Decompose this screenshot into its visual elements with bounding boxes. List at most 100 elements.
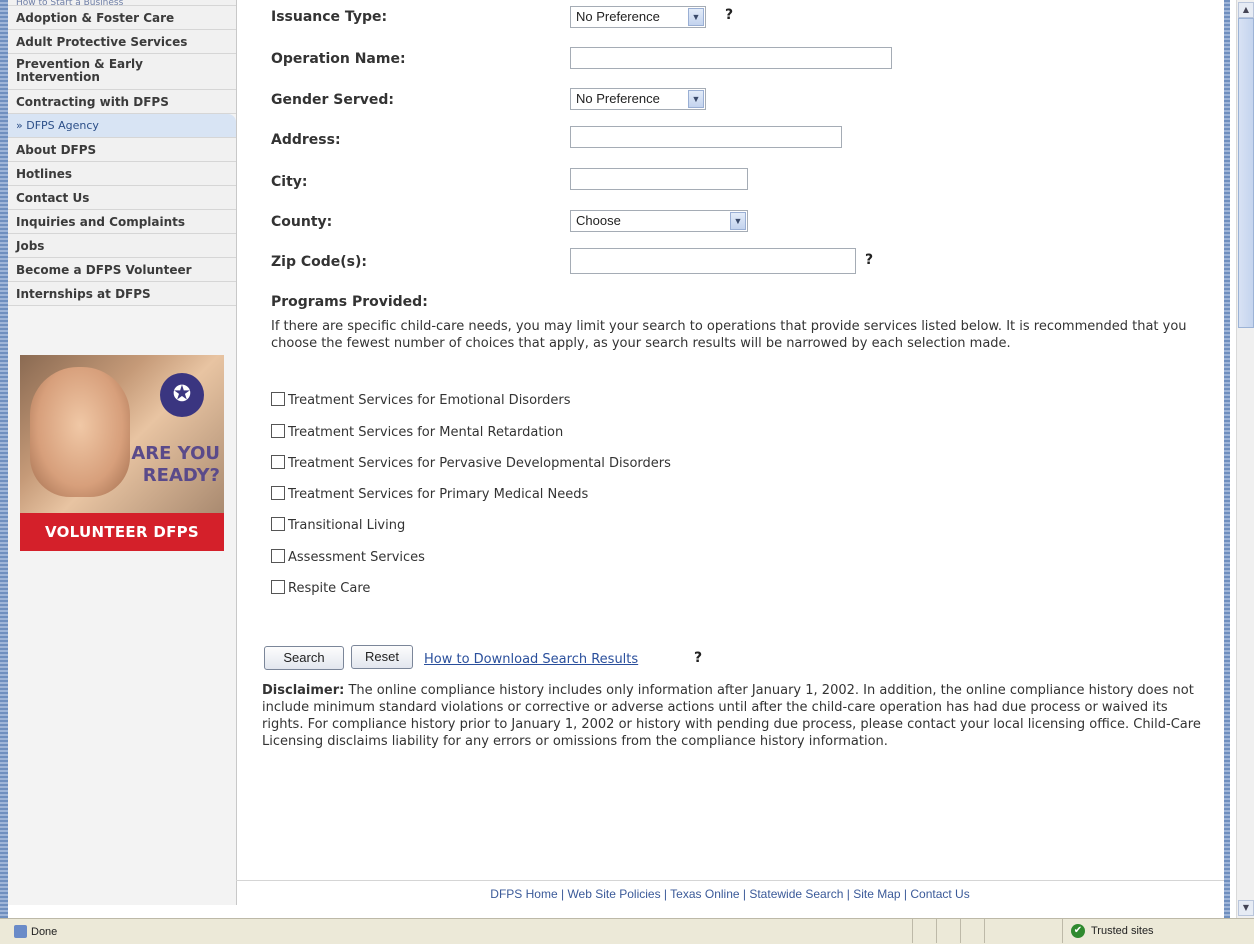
footer-link-statewide-search[interactable]: Statewide Search xyxy=(749,887,843,901)
program-option[interactable]: Treatment Services for Mental Retardatio… xyxy=(271,424,563,444)
person-face-image xyxy=(30,367,130,497)
footer-link-site-map[interactable]: Site Map xyxy=(853,887,900,901)
issuance-type-value: No Preference xyxy=(576,9,660,24)
status-pane xyxy=(984,919,985,943)
program-option-label: Treatment Services for Mental Retardatio… xyxy=(288,425,564,440)
status-bar: Done ✔ Trusted sites xyxy=(0,918,1254,944)
operation-name-label: Operation Name: xyxy=(271,51,406,67)
reset-button[interactable]: Reset xyxy=(351,645,413,669)
disclaimer-text: The online compliance history includes o… xyxy=(262,683,1201,749)
program-option[interactable]: Transitional Living xyxy=(271,517,405,537)
operation-name-row: Operation Name: xyxy=(262,45,1202,75)
sidebar-item-contracting[interactable]: Contracting with DFPS xyxy=(8,90,236,114)
scroll-thumb[interactable] xyxy=(1238,18,1254,328)
sidebar-item-volunteer[interactable]: Become a DFPS Volunteer xyxy=(8,258,236,282)
chevron-down-icon: ▼ xyxy=(688,8,704,26)
footer-link-contact[interactable]: Contact Us xyxy=(910,887,969,901)
search-button[interactable]: Search xyxy=(264,646,344,670)
checkbox[interactable] xyxy=(271,455,285,469)
sidebar-item-prevention[interactable]: Prevention & Early Intervention xyxy=(8,54,236,90)
footer-links: DFPS Home | Web Site Policies | Texas On… xyxy=(236,880,1224,907)
sidebar-item-dfps-agency[interactable]: » DFPS Agency xyxy=(8,114,236,138)
status-text: Done xyxy=(31,926,58,938)
window-frame-left xyxy=(0,0,8,918)
scroll-down-icon[interactable]: ▼ xyxy=(1238,900,1254,916)
gender-served-label: Gender Served: xyxy=(271,92,394,108)
county-label: County: xyxy=(271,214,333,230)
footer-link-policies[interactable]: Web Site Policies xyxy=(567,887,660,901)
zone-label: Trusted sites xyxy=(1091,925,1154,937)
zip-row: Zip Code(s): ? xyxy=(262,248,1202,278)
zip-input[interactable] xyxy=(570,248,856,274)
program-option-label: Respite Care xyxy=(288,581,371,596)
county-row: County: Choose ▼ xyxy=(262,208,1202,238)
city-label: City: xyxy=(271,174,308,190)
status-pane xyxy=(936,919,937,943)
program-option[interactable]: Assessment Services xyxy=(271,549,425,569)
sidebar-item-internships[interactable]: Internships at DFPS xyxy=(8,282,236,306)
scroll-up-icon[interactable]: ▲ xyxy=(1238,2,1254,18)
promo-tagline: ARE YOU READY? xyxy=(131,443,220,486)
operation-name-input[interactable] xyxy=(570,47,892,69)
checkbox[interactable] xyxy=(271,549,285,563)
program-option[interactable]: Treatment Services for Pervasive Develop… xyxy=(271,455,671,475)
status-pane xyxy=(960,919,961,943)
volunteer-promo-banner[interactable]: ✪ ARE YOU READY? VOLUNTEER DFPS xyxy=(20,355,224,551)
county-value: Choose xyxy=(576,213,621,228)
issuance-type-row: Issuance Type: No Preference ▼ ? xyxy=(262,3,1202,33)
status-done: Done xyxy=(14,925,57,938)
page-icon xyxy=(14,925,27,938)
sidebar-item-aps[interactable]: Adult Protective Services xyxy=(8,30,236,54)
window-frame-right xyxy=(1224,0,1230,918)
zip-label: Zip Code(s): xyxy=(271,254,367,270)
programs-intro: If there are specific child-care needs, … xyxy=(271,319,1187,351)
checkbox[interactable] xyxy=(271,424,285,438)
checkbox[interactable] xyxy=(271,486,285,500)
promo-banner-text: VOLUNTEER DFPS xyxy=(20,513,224,551)
security-zone[interactable]: ✔ Trusted sites xyxy=(1062,919,1238,943)
footer-link-texas-online[interactable]: Texas Online xyxy=(670,887,739,901)
program-option[interactable]: Respite Care xyxy=(271,580,370,600)
download-results-link[interactable]: How to Download Search Results xyxy=(424,652,638,667)
gender-served-value: No Preference xyxy=(576,91,660,106)
sidebar-item-contact[interactable]: Contact Us xyxy=(8,186,236,210)
sidebar-item-jobs[interactable]: Jobs xyxy=(8,234,236,258)
checkbox[interactable] xyxy=(271,517,285,531)
check-icon: ✔ xyxy=(1071,924,1085,938)
city-input[interactable] xyxy=(570,168,748,190)
gender-served-row: Gender Served: No Preference ▼ xyxy=(262,86,1202,116)
sidebar-item-inquiries[interactable]: Inquiries and Complaints xyxy=(8,210,236,234)
address-input[interactable] xyxy=(570,126,842,148)
disclaimer-label: Disclaimer: xyxy=(262,683,345,698)
program-option-label: Transitional Living xyxy=(288,518,406,533)
volunteer-logo-icon: ✪ xyxy=(160,373,204,417)
program-option-label: Treatment Services for Primary Medical N… xyxy=(288,487,589,502)
volunteer-photo: ✪ ARE YOU READY? xyxy=(20,355,224,513)
checkbox[interactable] xyxy=(271,392,285,406)
program-option[interactable]: Treatment Services for Primary Medical N… xyxy=(271,486,588,506)
programs-title: Programs Provided: xyxy=(271,294,428,310)
address-row: Address: xyxy=(262,126,1202,156)
vertical-scrollbar[interactable]: ▲ ▼ xyxy=(1236,0,1254,918)
city-row: City: xyxy=(262,168,1202,198)
zip-help-icon[interactable]: ? xyxy=(865,252,873,268)
gender-served-select[interactable]: No Preference ▼ xyxy=(570,88,706,110)
program-option-label: Treatment Services for Pervasive Develop… xyxy=(288,456,671,471)
program-option-label: Treatment Services for Emotional Disorde… xyxy=(288,393,571,408)
address-label: Address: xyxy=(271,132,341,148)
sidebar-item-adoption[interactable]: Adoption & Foster Care xyxy=(8,6,236,30)
disclaimer: Disclaimer: The online compliance histor… xyxy=(262,682,1202,750)
sidebar-item-hotlines[interactable]: Hotlines xyxy=(8,162,236,186)
footer-link-home[interactable]: DFPS Home xyxy=(490,887,557,901)
program-option[interactable]: Treatment Services for Emotional Disorde… xyxy=(271,392,571,412)
checkbox[interactable] xyxy=(271,580,285,594)
county-select[interactable]: Choose ▼ xyxy=(570,210,748,232)
sidebar-item-about[interactable]: About DFPS xyxy=(8,138,236,162)
issuance-type-label: Issuance Type: xyxy=(271,9,388,25)
issuance-type-select[interactable]: No Preference ▼ xyxy=(570,6,706,28)
chevron-down-icon: ▼ xyxy=(730,212,746,230)
download-help-icon[interactable]: ? xyxy=(694,650,702,666)
chevron-down-icon: ▼ xyxy=(688,90,704,108)
issuance-help-icon[interactable]: ? xyxy=(725,7,733,23)
status-pane xyxy=(912,919,913,943)
